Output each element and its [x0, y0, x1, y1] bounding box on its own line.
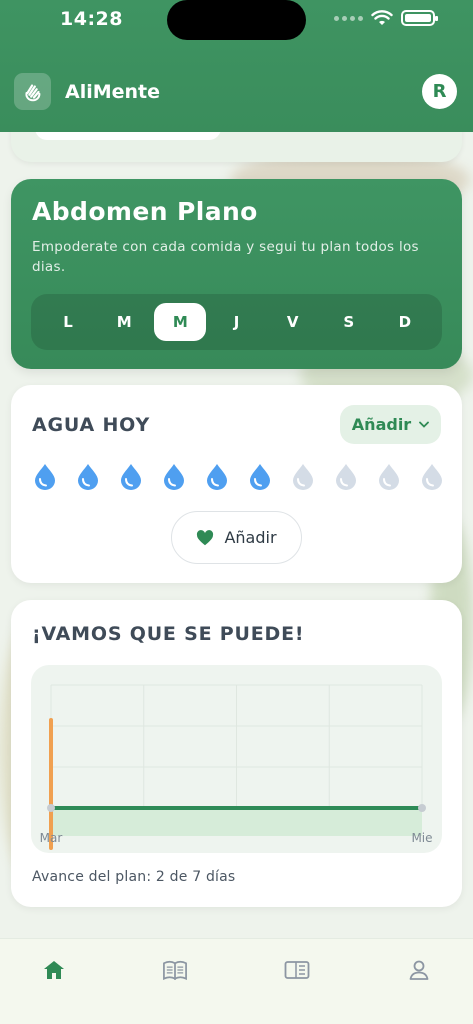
- water-card: AGUA HOY Añadir Añadir: [11, 385, 462, 583]
- water-drop-filled-icon[interactable]: [76, 463, 100, 490]
- data-point: [47, 804, 55, 812]
- day-button[interactable]: S: [323, 303, 375, 341]
- progress-title: ¡VAMOS QUE SE PUEDE!: [32, 623, 305, 645]
- tab-home[interactable]: [41, 957, 67, 983]
- data-point: [418, 804, 426, 812]
- status-icons: [334, 10, 438, 26]
- progress-chart-svg: Mar Mie: [40, 684, 433, 850]
- progress-summary: Avance del plan: 2 de 7 días: [32, 869, 236, 885]
- signal-icon: [334, 15, 363, 21]
- day-button[interactable]: L: [42, 303, 94, 341]
- add-water-button-label: Añadir: [224, 528, 277, 547]
- hand-wave-icon: [14, 73, 51, 110]
- dynamic-island: [167, 0, 306, 40]
- battery-icon: [401, 10, 438, 26]
- app-header: 14:28 AliMente R: [0, 0, 473, 132]
- x-tick-label: Mie: [411, 831, 432, 845]
- book-icon: [163, 960, 187, 980]
- day-button[interactable]: D: [379, 303, 431, 341]
- water-drop-empty-icon[interactable]: [420, 463, 444, 490]
- day-button[interactable]: V: [267, 303, 319, 341]
- day-button[interactable]: M: [98, 303, 150, 341]
- progress-chart: Mar Mie: [31, 665, 442, 853]
- progress-card: ¡VAMOS QUE SE PUEDE! Mar Mie Avance del p…: [11, 600, 462, 907]
- wifi-icon: [371, 10, 393, 25]
- day-selector: LMMJVSD: [31, 294, 442, 350]
- water-drop-filled-icon[interactable]: [33, 463, 57, 490]
- plan-subtitle: Empoderate con cada comida y segui tu pl…: [32, 239, 419, 275]
- water-drop-filled-icon[interactable]: [205, 463, 229, 490]
- status-time: 14:28: [60, 8, 123, 30]
- day-button[interactable]: M: [154, 303, 207, 341]
- avatar[interactable]: R: [422, 74, 457, 109]
- plan-title: Abdomen Plano: [32, 197, 258, 226]
- tab-articles[interactable]: [284, 957, 310, 983]
- add-water-button[interactable]: Añadir: [171, 511, 302, 564]
- add-water-select[interactable]: Añadir: [340, 405, 441, 444]
- water-title: AGUA HOY: [32, 414, 150, 436]
- heart-icon: [197, 529, 214, 545]
- tab-recipes[interactable]: [162, 957, 188, 983]
- water-drop-empty-icon[interactable]: [334, 463, 358, 490]
- tab-profile[interactable]: [406, 957, 432, 983]
- water-drops: [33, 463, 444, 490]
- tab-bar: [0, 938, 473, 1024]
- water-drop-empty-icon[interactable]: [291, 463, 315, 490]
- water-drop-filled-icon[interactable]: [119, 463, 143, 490]
- day-button[interactable]: J: [210, 303, 262, 341]
- water-drop-filled-icon[interactable]: [248, 463, 272, 490]
- area-fill: [51, 808, 422, 836]
- water-drop-empty-icon[interactable]: [377, 463, 401, 490]
- home-icon: [44, 961, 64, 979]
- x-tick-label: Mar: [40, 831, 63, 845]
- newspaper-icon: [284, 961, 310, 979]
- user-icon: [409, 960, 429, 980]
- chevron-down-icon: [419, 421, 430, 428]
- plan-card: Abdomen Plano Empoderate con cada comida…: [11, 179, 462, 369]
- app-title: AliMente: [65, 81, 161, 103]
- add-water-select-label: Añadir: [351, 415, 412, 434]
- water-drop-filled-icon[interactable]: [162, 463, 186, 490]
